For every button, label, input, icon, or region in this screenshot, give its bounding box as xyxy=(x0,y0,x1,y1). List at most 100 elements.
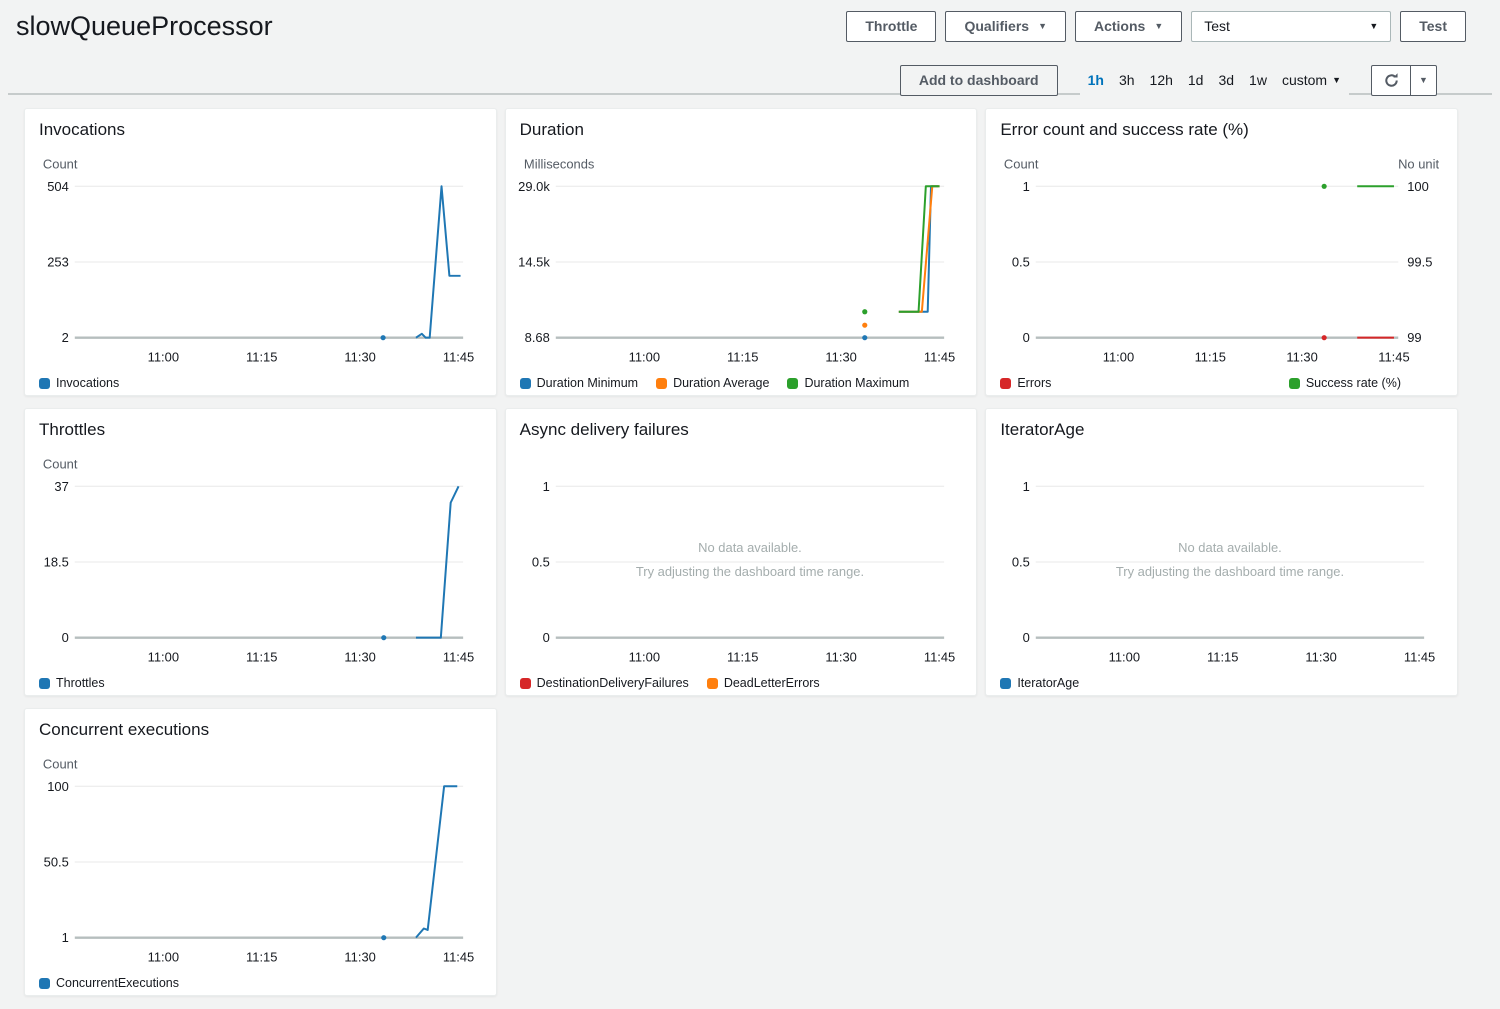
svg-text:1: 1 xyxy=(62,930,69,945)
svg-text:Try adjusting the dashboard ti: Try adjusting the dashboard time range. xyxy=(1116,564,1344,579)
svg-text:11:15: 11:15 xyxy=(727,350,758,365)
svg-text:0.5: 0.5 xyxy=(531,554,549,569)
legend-deadlettererrors[interactable]: DeadLetterErrors xyxy=(707,676,820,690)
svg-text:11:45: 11:45 xyxy=(923,650,954,665)
legend-throttles[interactable]: Throttles xyxy=(39,676,105,690)
svg-text:11:00: 11:00 xyxy=(628,650,659,665)
legend-errors[interactable]: Errors xyxy=(1000,376,1051,390)
svg-text:11:00: 11:00 xyxy=(1109,650,1140,665)
legend-label: Invocations xyxy=(56,376,119,390)
test-event-select[interactable]: Test ▼ xyxy=(1191,11,1391,42)
svg-text:11:45: 11:45 xyxy=(443,950,474,965)
svg-text:100: 100 xyxy=(1408,179,1430,194)
svg-text:11:15: 11:15 xyxy=(727,650,758,665)
refresh-options-button[interactable]: ▼ xyxy=(1411,65,1437,96)
chart-legend: DestinationDeliveryFailures DeadLetterErr… xyxy=(506,675,977,690)
actions-button[interactable]: Actions ▼ xyxy=(1075,11,1182,42)
legend-label: Duration Maximum xyxy=(804,376,909,390)
page-title: slowQueueProcessor xyxy=(16,8,273,44)
svg-text:11:15: 11:15 xyxy=(1207,650,1238,665)
chart-panel-error-count-and-success-rate: Error count and success rate (%)00.51999… xyxy=(985,108,1458,396)
duration-chart: 8.6814.5k29.0kMilliseconds11:0011:1511:3… xyxy=(506,142,977,370)
async-delivery-failures-chart: 00.5111:0011:1511:3011:45No data availab… xyxy=(506,442,977,670)
legend-swatch xyxy=(1000,378,1011,389)
time-range-1h[interactable]: 1h xyxy=(1088,72,1104,88)
svg-text:11:15: 11:15 xyxy=(246,350,277,365)
chart-legend: Throttles xyxy=(25,675,496,690)
svg-text:100: 100 xyxy=(47,779,69,794)
svg-text:1: 1 xyxy=(1023,479,1030,494)
header-actions: Throttle Qualifiers ▼ Actions ▼ Test ▼ T… xyxy=(846,11,1466,42)
chart-panel-duration: Duration8.6814.5k29.0kMilliseconds11:001… xyxy=(505,108,978,396)
chart-panel-concurrent-executions: Concurrent executions150.5100Count11:001… xyxy=(24,708,497,996)
legend-label: DeadLetterErrors xyxy=(724,676,820,690)
legend-duration-average[interactable]: Duration Average xyxy=(656,376,769,390)
svg-text:11:30: 11:30 xyxy=(344,650,375,665)
time-range-12h[interactable]: 12h xyxy=(1150,72,1173,88)
legend-destinationdeliveryfailures[interactable]: DestinationDeliveryFailures xyxy=(520,676,689,690)
svg-text:0.5: 0.5 xyxy=(1012,254,1030,269)
throttle-button-label: Throttle xyxy=(865,18,917,34)
qualifiers-button[interactable]: Qualifiers ▼ xyxy=(945,11,1066,42)
svg-text:14.5k: 14.5k xyxy=(518,254,550,269)
chevron-down-icon: ▼ xyxy=(1154,22,1163,31)
svg-text:11:30: 11:30 xyxy=(344,350,375,365)
add-to-dashboard-label: Add to dashboard xyxy=(919,72,1039,88)
legend-success-rate[interactable]: Success rate (%) xyxy=(1289,376,1401,390)
svg-text:Milliseconds: Milliseconds xyxy=(524,156,594,171)
time-range-group: 1h 3h 12h 1d 3d 1w custom▼ xyxy=(1080,64,1349,96)
legend-label: Throttles xyxy=(56,676,105,690)
data-point xyxy=(381,935,386,940)
legend-concurrentexecutions[interactable]: ConcurrentExecutions xyxy=(39,976,179,990)
svg-text:11:30: 11:30 xyxy=(1306,650,1337,665)
test-event-select-value: Test xyxy=(1204,18,1230,34)
svg-text:0.5: 0.5 xyxy=(1012,554,1030,569)
test-button[interactable]: Test xyxy=(1400,11,1466,42)
svg-text:2: 2 xyxy=(62,330,69,345)
invocations-chart: 2253504Count11:0011:1511:3011:45 xyxy=(25,142,496,370)
chart-title: Throttles xyxy=(25,409,496,442)
chart-title: Concurrent executions xyxy=(25,709,496,742)
chart-panel-throttles: Throttles018.537Count11:0011:1511:3011:4… xyxy=(24,408,497,696)
chevron-down-icon: ▼ xyxy=(1369,22,1378,31)
legend-swatch xyxy=(39,978,50,989)
data-point xyxy=(381,635,386,640)
legend-invocations[interactable]: Invocations xyxy=(39,376,119,390)
refresh-icon xyxy=(1383,72,1400,89)
legend-iteratorage[interactable]: IteratorAge xyxy=(1000,676,1079,690)
svg-text:29.0k: 29.0k xyxy=(518,179,550,194)
actions-button-label: Actions xyxy=(1094,18,1145,34)
test-button-label: Test xyxy=(1419,18,1447,34)
legend-label: IteratorAge xyxy=(1017,676,1079,690)
time-range-3d[interactable]: 3d xyxy=(1218,72,1234,88)
svg-text:11:30: 11:30 xyxy=(825,650,856,665)
svg-text:No data available.: No data available. xyxy=(1179,540,1283,555)
function-header: slowQueueProcessor Throttle Qualifiers ▼… xyxy=(0,0,1500,48)
add-to-dashboard-button[interactable]: Add to dashboard xyxy=(900,65,1058,96)
svg-text:504: 504 xyxy=(47,179,69,194)
legend-label: Duration Minimum xyxy=(537,376,638,390)
time-range-1w[interactable]: 1w xyxy=(1249,72,1267,88)
legend-duration-maximum[interactable]: Duration Maximum xyxy=(787,376,909,390)
iteratorage-chart: 00.5111:0011:1511:3011:45No data availab… xyxy=(986,442,1457,670)
chart-legend: Duration Minimum Duration Average Duration… xyxy=(506,375,977,390)
time-range-custom[interactable]: custom▼ xyxy=(1282,72,1341,88)
data-point xyxy=(862,309,867,314)
svg-text:0: 0 xyxy=(542,630,549,645)
svg-text:99.5: 99.5 xyxy=(1408,254,1433,269)
svg-text:0: 0 xyxy=(62,630,69,645)
svg-text:8.68: 8.68 xyxy=(524,330,549,345)
refresh-button[interactable] xyxy=(1371,65,1411,96)
svg-text:Count: Count xyxy=(1004,156,1039,171)
time-range-1d[interactable]: 1d xyxy=(1188,72,1204,88)
legend-duration-minimum[interactable]: Duration Minimum xyxy=(520,376,638,390)
time-range-3h[interactable]: 3h xyxy=(1119,72,1135,88)
svg-text:11:30: 11:30 xyxy=(344,950,375,965)
svg-text:11:15: 11:15 xyxy=(246,950,277,965)
monitoring-toolbar: Add to dashboard 1h 3h 12h 1d 3d 1w custom▼ ▼ xyxy=(0,64,1500,96)
chart-title: IteratorAge xyxy=(986,409,1457,442)
legend-swatch xyxy=(39,378,50,389)
throttle-button[interactable]: Throttle xyxy=(846,11,936,42)
svg-text:11:00: 11:00 xyxy=(148,350,179,365)
svg-text:11:30: 11:30 xyxy=(825,350,856,365)
